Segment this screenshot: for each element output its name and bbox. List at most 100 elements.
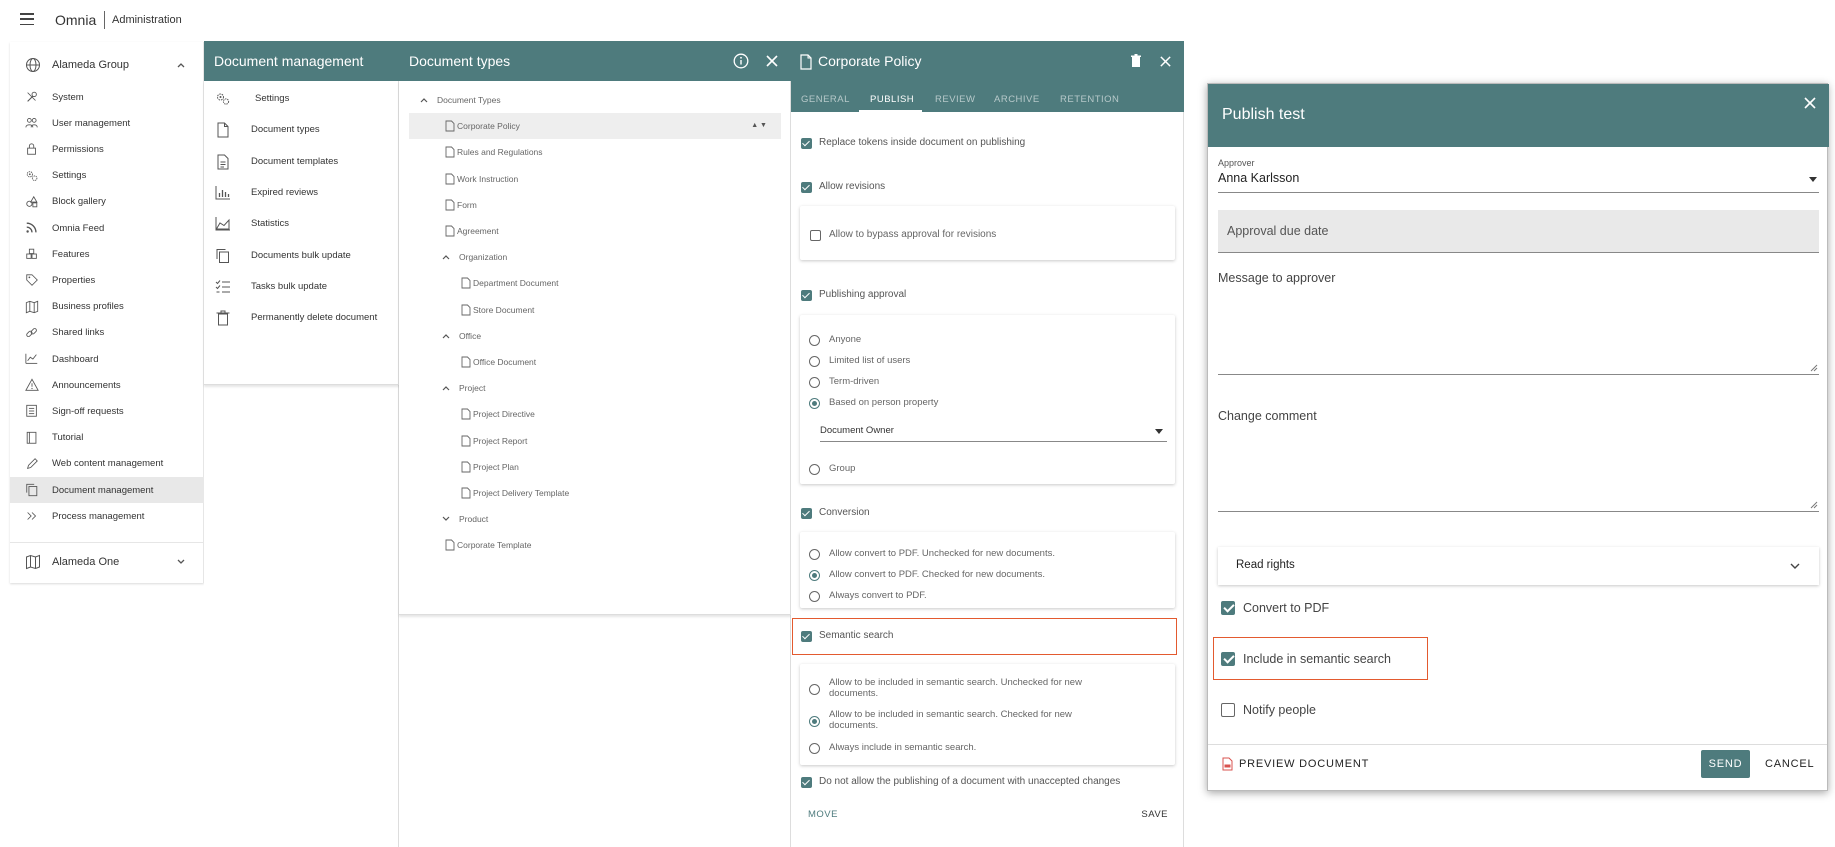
tree-folder[interactable]: Organization	[409, 244, 781, 270]
publish-settings: Replace tokens inside document on publis…	[791, 112, 1184, 847]
conversion-always-radio[interactable]	[809, 591, 820, 602]
no-unaccepted-changes-checkbox[interactable]	[801, 777, 812, 788]
tree-item[interactable]: Store Document	[409, 297, 781, 323]
menu-item-tasks-bulk-update[interactable]: Tasks bulk update	[204, 272, 399, 302]
menu-item-permanently-delete-document[interactable]: Permanently delete document	[204, 303, 399, 333]
conversion-checked-radio[interactable]	[809, 570, 820, 581]
tree-folder[interactable]: Document Types	[409, 87, 781, 113]
allow-revisions-checkbox[interactable]	[801, 182, 812, 193]
send-button[interactable]: SEND	[1701, 750, 1750, 778]
conversion-unchecked-radio[interactable]	[809, 549, 820, 560]
include-semantic-search-checkbox[interactable]	[1221, 652, 1235, 666]
person-property-select[interactable]: Document Owner	[820, 419, 1167, 442]
preview-document-button[interactable]: PREVIEW DOCUMENT	[1222, 754, 1372, 774]
semantic-unchecked-radio[interactable]	[809, 684, 820, 695]
tree-item[interactable]: Project Report	[409, 428, 781, 454]
message-to-approver-textarea[interactable]: Message to approver	[1218, 264, 1819, 375]
menu-item-document-types[interactable]: Document types	[204, 115, 399, 145]
trash-icon[interactable]	[1130, 54, 1142, 68]
tree-folder[interactable]: Project	[409, 375, 781, 401]
tree-folder[interactable]: Office	[409, 323, 781, 349]
sidebar-item-document-management[interactable]: Document management	[10, 477, 204, 503]
sidebar-item-block-gallery[interactable]: Block gallery	[10, 189, 204, 215]
menu-item-expired-reviews[interactable]: Expired reviews	[204, 178, 399, 208]
tree-item[interactable]: Work Instruction	[409, 166, 781, 192]
menu-icon[interactable]	[20, 13, 34, 25]
sidebar-item-dashboard[interactable]: Dashboard	[10, 346, 204, 372]
approval-term-radio[interactable]	[809, 377, 820, 388]
close-icon[interactable]	[765, 54, 779, 68]
change-comment-textarea[interactable]: Change comment	[1218, 402, 1819, 512]
tab-review[interactable]: REVIEW	[935, 94, 975, 105]
chevron-up-icon[interactable]	[441, 331, 451, 341]
semantic-always-radio[interactable]	[809, 743, 820, 754]
tree-item[interactable]: Project Directive	[409, 401, 781, 427]
sidebar-item-web-content-management[interactable]: Web content management	[10, 451, 204, 477]
info-icon[interactable]	[733, 53, 749, 69]
save-button[interactable]: SAVE	[1141, 809, 1168, 820]
semantic-checked-radio[interactable]	[809, 716, 820, 727]
menu-item-settings[interactable]: Settings	[204, 84, 399, 114]
move-button[interactable]: MOVE	[808, 809, 838, 820]
convert-pdf-checkbox[interactable]	[1221, 601, 1235, 615]
tab-retention[interactable]: RETENTION	[1060, 94, 1119, 105]
resize-grip-icon[interactable]	[1810, 364, 1818, 372]
sidebar-item-omnia-feed[interactable]: Omnia Feed	[10, 215, 204, 241]
tenant-group-alameda-group[interactable]: Alameda Group	[10, 46, 204, 84]
sidebar-item-permissions[interactable]: Permissions	[10, 136, 204, 162]
sidebar-item-tutorial[interactable]: Tutorial	[10, 425, 204, 451]
chevron-down-icon[interactable]	[441, 514, 451, 524]
tree-item[interactable]: Project Delivery Template	[409, 480, 781, 506]
publishing-approval-checkbox[interactable]	[801, 290, 812, 301]
approver-select[interactable]: Approver Anna Karlsson	[1218, 158, 1819, 198]
tree-item[interactable]: Corporate Template	[409, 532, 781, 558]
sidebar-item-sign-off-requests[interactable]: Sign-off requests	[10, 398, 204, 424]
tenant-group-alameda-one[interactable]: Alameda One	[10, 542, 204, 580]
tree-item[interactable]: Corporate Policy ▲ ▼	[409, 113, 781, 140]
read-rights-expander[interactable]: Read rights	[1218, 547, 1819, 585]
approval-limited-radio[interactable]	[809, 356, 820, 367]
conversion-checkbox[interactable]	[801, 508, 812, 519]
chevron-up-icon[interactable]	[441, 252, 451, 262]
approval-group-radio[interactable]	[809, 464, 820, 475]
tab-publish[interactable]: PUBLISH	[870, 94, 914, 105]
sidebar-item-features[interactable]: Features	[10, 241, 204, 267]
cancel-button[interactable]: CANCEL	[1765, 758, 1814, 770]
approval-person-property-radio[interactable]	[809, 398, 820, 409]
tree-item[interactable]: Department Document	[409, 270, 781, 296]
sidebar-item-properties[interactable]: Properties	[10, 267, 204, 293]
sidebar-item-announcements[interactable]: Announcements	[10, 372, 204, 398]
sidebar-item-shared-links[interactable]: Shared links	[10, 320, 204, 346]
document-icon	[445, 146, 455, 158]
chevron-up-icon[interactable]	[419, 95, 429, 105]
semantic-search-checkbox[interactable]	[801, 631, 812, 642]
sidebar-item-user-management[interactable]: User management	[10, 110, 204, 136]
tree-item[interactable]: Form	[409, 192, 781, 218]
tab-general[interactable]: GENERAL	[801, 94, 850, 105]
replace-tokens-checkbox[interactable]	[801, 138, 812, 149]
approval-anyone-radio[interactable]	[809, 335, 820, 346]
tree-item[interactable]: Agreement	[409, 218, 781, 244]
chevron-up-icon[interactable]	[441, 383, 451, 393]
menu-item-document-templates[interactable]: Document templates	[204, 147, 399, 177]
approval-due-date-input[interactable]: Approval due date	[1218, 210, 1819, 253]
notify-people-checkbox[interactable]	[1221, 703, 1235, 717]
bypass-approval-checkbox[interactable]	[810, 230, 821, 241]
resize-grip-icon[interactable]	[1810, 501, 1818, 509]
sidebar-item-business-profiles[interactable]: Business profiles	[10, 294, 204, 320]
sidebar-item-process-management[interactable]: Process management	[10, 503, 204, 529]
tree-item[interactable]: Office Document	[409, 349, 781, 375]
tab-archive[interactable]: ARCHIVE	[994, 94, 1040, 105]
approval-option-label: Group	[829, 463, 856, 474]
tree-item[interactable]: Project Plan	[409, 454, 781, 480]
document-management-menu: Settings Document types Document templates…	[204, 81, 399, 385]
tree-item[interactable]: Rules and Regulations	[409, 139, 781, 165]
menu-item-documents-bulk-update[interactable]: Documents bulk update	[204, 241, 399, 271]
tree-folder[interactable]: Product	[409, 506, 781, 532]
sidebar-item-settings[interactable]: Settings	[10, 163, 204, 189]
sidebar-item-system[interactable]: System	[10, 84, 204, 110]
close-icon[interactable]	[1159, 55, 1172, 68]
row-actions-icon[interactable]: ▲ ▼	[751, 122, 767, 129]
close-icon[interactable]	[1803, 96, 1817, 110]
menu-item-statistics[interactable]: Statistics	[204, 209, 399, 239]
